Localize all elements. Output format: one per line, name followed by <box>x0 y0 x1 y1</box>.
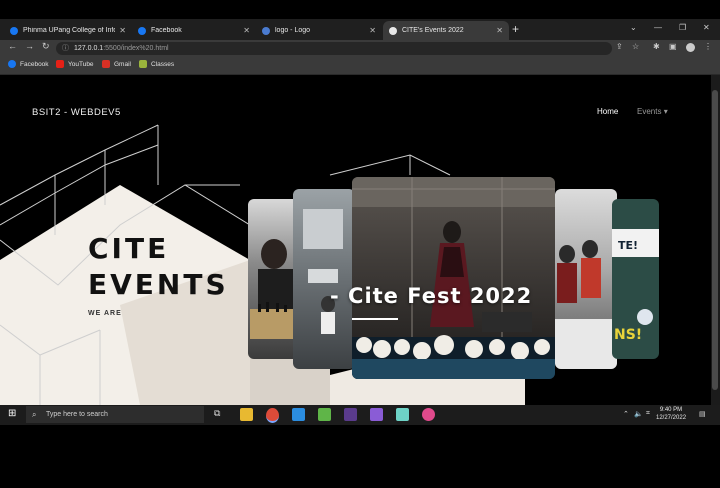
reload-icon[interactable]: ↻ <box>42 41 50 52</box>
file-explorer-icon[interactable] <box>240 408 253 421</box>
network-icon[interactable]: ⌗ <box>646 410 650 418</box>
profile-avatar[interactable] <box>686 43 695 52</box>
maximize-button[interactable]: ❐ <box>679 23 686 32</box>
tray-chevron-icon[interactable]: ⌃ <box>623 410 629 418</box>
svg-text:NS!: NS! <box>614 327 642 343</box>
bookmark-classes[interactable]: Classes <box>139 60 174 68</box>
youtube-icon <box>56 60 64 68</box>
facebook-icon <box>10 26 18 35</box>
classes-icon <box>139 60 147 68</box>
extensions-icon[interactable]: ✱ <box>653 42 660 51</box>
back-arrow-icon[interactable]: ← <box>8 41 17 51</box>
carousel-slide-poster[interactable]: TE! NS! <box>612 199 659 359</box>
info-icon[interactable]: ⓘ <box>62 42 69 55</box>
facebook-icon <box>8 60 16 68</box>
close-tab-icon[interactable]: ✕ <box>243 26 250 35</box>
nav-events-dropdown[interactable]: Events ▾ <box>637 107 668 116</box>
carousel-caption: - Cite Fest 2022 <box>330 284 533 308</box>
task-view-icon[interactable]: ⧉ <box>214 408 220 419</box>
gmail-icon <box>102 60 110 68</box>
chrome-icon[interactable] <box>266 408 279 423</box>
bookmark-facebook[interactable]: Facebook <box>8 60 49 68</box>
tab-facebook[interactable]: Facebook ✕ <box>132 21 256 40</box>
forward-arrow-icon[interactable]: → <box>25 41 34 51</box>
taskbar-clock[interactable]: 9:40 PM 12/27/2022 <box>656 406 686 422</box>
tab-phinma[interactable]: Phinma UPang College of Inform ✕ <box>4 21 132 40</box>
new-tab-button[interactable]: + <box>512 22 519 36</box>
app-pink-icon[interactable] <box>422 408 435 421</box>
url-input[interactable]: ⓘ 127.0.0.1:5500/index%20.html <box>56 42 612 55</box>
browser-tab-bar: Phinma UPang College of Inform ✕ Faceboo… <box>0 19 720 40</box>
carousel-slide-cite-fest-active[interactable] <box>352 177 555 379</box>
caption-underline <box>352 318 398 320</box>
bookmarks-bar: Facebook YouTube Gmail Classes <box>0 57 720 75</box>
tab-search-chevron-icon[interactable]: ⌄ <box>630 23 637 32</box>
visual-studio-icon[interactable] <box>370 408 383 421</box>
bookmark-gmail[interactable]: Gmail <box>102 60 131 68</box>
hero-subtitle: WE ARE <box>88 310 122 317</box>
carousel-slide-lab[interactable] <box>555 189 617 369</box>
navbar-brand[interactable]: BSIT2 - WEBDEV5 <box>32 107 121 118</box>
windows-start-icon[interactable]: ⊞ <box>8 408 16 419</box>
close-tab-icon[interactable]: ✕ <box>119 26 126 35</box>
close-tab-icon[interactable]: ✕ <box>496 26 503 35</box>
hall-photo <box>303 209 343 334</box>
carousel-slide-hall[interactable] <box>293 189 355 369</box>
star-icon[interactable]: ☆ <box>632 42 639 51</box>
menu-kebab-icon[interactable]: ⋮ <box>704 42 712 51</box>
tab-logo[interactable]: logo - Logo ✕ <box>256 21 382 40</box>
sidebar-icon[interactable]: ▣ <box>669 42 677 51</box>
hero-title-line1: CITE <box>88 232 170 265</box>
volume-icon[interactable]: 🔈 <box>634 410 643 418</box>
search-icon: ⌕ <box>32 410 37 419</box>
logo-site-icon <box>262 26 270 35</box>
nav-home-link[interactable]: Home <box>597 107 618 116</box>
close-window-button[interactable]: ✕ <box>703 23 710 32</box>
app-teal-icon[interactable] <box>396 408 409 421</box>
tab-cite-events[interactable]: CITE's Events 2022 ✕ <box>383 21 509 40</box>
taskbar-search-input[interactable]: ⌕ Type here to search <box>26 406 204 423</box>
bookmark-youtube[interactable]: YouTube <box>56 60 94 68</box>
app-purple-icon[interactable] <box>344 408 357 421</box>
vscode-icon[interactable] <box>292 408 305 421</box>
poster-photo: TE! NS! <box>612 229 659 343</box>
lab-photo <box>555 240 617 369</box>
facebook-icon <box>138 26 146 35</box>
svg-text:TE!: TE! <box>618 239 638 252</box>
app-green-icon[interactable] <box>318 408 331 421</box>
close-tab-icon[interactable]: ✕ <box>369 26 376 35</box>
cite-fest-photo <box>352 177 555 379</box>
minimize-button[interactable]: — <box>654 23 662 32</box>
hero-title-line2: EVENTS <box>88 268 229 301</box>
globe-icon <box>389 26 397 35</box>
caret-down-icon: ▾ <box>663 107 668 116</box>
share-icon[interactable]: ⇪ <box>616 42 623 51</box>
notifications-icon[interactable]: ▤ <box>699 410 706 418</box>
scrollbar-thumb[interactable] <box>712 90 718 390</box>
